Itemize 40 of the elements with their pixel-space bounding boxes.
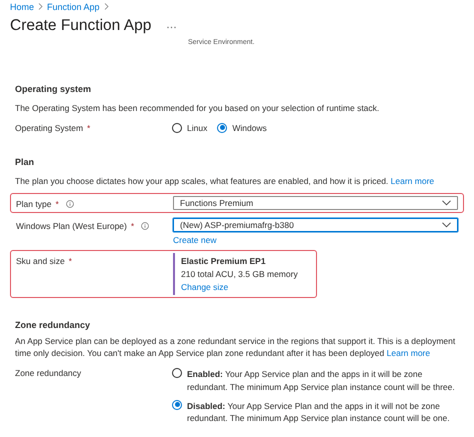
section-description: The Operating System has been recommended for you based on your selection of runtime stack. <box>15 102 380 115</box>
sku-detail: 210 total ACU, 3.5 GB memory <box>181 268 299 278</box>
breadcrumb-link[interactable]: Function App <box>47 2 100 12</box>
sku-name: Elastic Premium EP1 <box>181 256 267 266</box>
section-heading: Plan <box>15 156 36 167</box>
chevron-icon <box>442 200 451 206</box>
required-mark: * <box>87 122 90 133</box>
breadcrumb-link[interactable]: Home <box>10 2 34 12</box>
chevron-icon <box>104 2 109 12</box>
dropdown-field[interactable]: Functions Premium <box>173 196 458 210</box>
radio-button[interactable] <box>172 122 182 133</box>
chevron-icon <box>38 2 44 12</box>
page-title: Create Function App <box>10 17 152 35</box>
required-mark: * <box>130 220 134 230</box>
radio-label: Linux <box>187 122 208 133</box>
radio-button[interactable] <box>217 122 228 133</box>
required-mark: * <box>68 256 72 266</box>
section-description: The plan you choose dictates how your app scales, what features are enabled, and how it is priced. Learn more <box>15 174 436 188</box>
learn-more-link[interactable]: Learn more <box>390 176 434 186</box>
chevron-icon <box>442 222 451 228</box>
field-label: Zone redundancy <box>15 368 82 378</box>
field-label: Sku and size <box>16 256 65 266</box>
change-size-link[interactable]: Change size <box>181 282 228 292</box>
field-label: Windows Plan (West Europe) <box>16 220 127 230</box>
option-description: Enabled: Your App Service plan and the apps in it will be zone redundant. The minimum App Service plan instance count will be three. <box>187 368 456 394</box>
learn-more-link[interactable]: Learn more <box>386 348 430 358</box>
field-label: Operating System <box>15 122 84 133</box>
option-description: Disabled: Your App Service Plan and the apps in it will not be zone redundant. The minimum App Service plan instance count will be one. <box>187 400 451 425</box>
section-description: An App Service plan can be deployed as a zone redundant service in the regions that support it. This is a deployment time only decision. You can't make an App Service plan zone redundant after it has been deployed Learn more <box>15 334 456 360</box>
section-heading: Zone redundancy <box>15 320 92 330</box>
required-mark: * <box>55 198 59 208</box>
info-icon[interactable] <box>66 200 74 208</box>
info-icon[interactable] <box>141 222 150 230</box>
radio-button[interactable] <box>172 368 182 378</box>
radio-button[interactable] <box>172 400 182 410</box>
section-heading: Operating system <box>15 84 92 94</box>
dropdown-field[interactable]: (New) ASP-premiumafrg-b380 <box>173 218 458 232</box>
create-new-link[interactable]: Create new <box>173 234 216 244</box>
radio-label: Windows <box>232 122 267 133</box>
field-label: Plan type <box>16 198 52 208</box>
